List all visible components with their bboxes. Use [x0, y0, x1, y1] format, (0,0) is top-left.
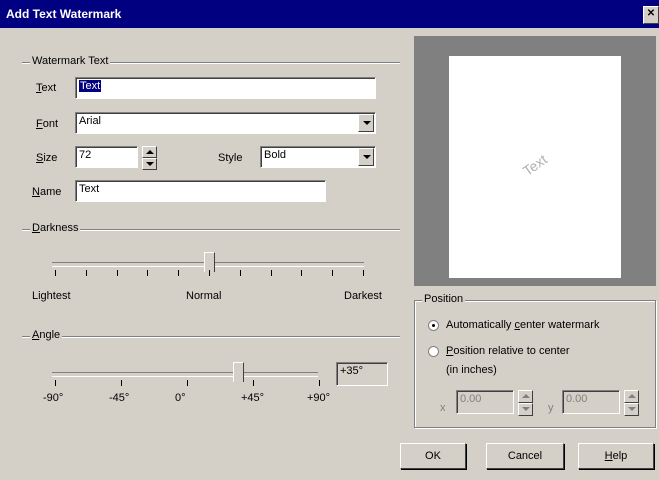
darkness-label: Darkness	[30, 222, 81, 234]
angle-tick-label: -90°	[43, 392, 64, 404]
x-label: x	[440, 402, 446, 414]
auto-center-radio[interactable]	[428, 320, 439, 331]
auto-center-label[interactable]: Automatically center watermark	[446, 319, 599, 331]
darkness-tick	[332, 270, 334, 276]
angle-tick-label: 0°	[175, 392, 186, 404]
angle-tick	[319, 380, 320, 386]
name-label: Name	[32, 186, 62, 198]
darkness-min-label: Lightest	[32, 290, 71, 302]
preview-page: Text	[449, 56, 621, 278]
add-text-watermark-dialog: Add Text Watermark ✕ Watermark Text Text…	[0, 0, 659, 480]
angle-slider-thumb[interactable]	[233, 362, 245, 382]
size-label: Size	[36, 152, 58, 164]
font-label: Font	[36, 118, 59, 130]
darkness-tick	[209, 270, 210, 276]
y-input[interactable]: 0.00	[562, 390, 620, 414]
text-input[interactable]: Text	[75, 77, 376, 99]
angle-tick-label: +90°	[307, 392, 331, 404]
position-group-label: Position	[422, 293, 466, 305]
size-down-icon[interactable]	[142, 158, 157, 170]
size-input[interactable]: 72	[75, 146, 138, 168]
help-button[interactable]: Help	[578, 443, 654, 469]
angle-slider-track[interactable]	[52, 372, 318, 377]
relative-position-label[interactable]: Position relative to center	[446, 345, 570, 357]
text-label: Text	[36, 82, 57, 94]
angle-tick-label: +45°	[241, 392, 265, 404]
style-label: Style	[218, 152, 243, 164]
name-input[interactable]: Text	[75, 180, 326, 202]
dialog-title: Add Text Watermark	[6, 7, 122, 21]
style-select[interactable]: Bold	[260, 146, 376, 168]
watermark-text-group-label: Watermark Text	[30, 55, 111, 67]
x-input[interactable]: 0.00	[456, 390, 514, 414]
close-icon[interactable]: ✕	[643, 6, 659, 24]
ok-button[interactable]: OK	[400, 443, 466, 469]
angle-label: Angle	[30, 329, 63, 341]
x-stepper[interactable]	[518, 390, 533, 416]
angle-tick	[253, 380, 254, 386]
size-up-icon[interactable]	[142, 146, 157, 158]
darkness-tick	[178, 270, 180, 276]
angle-separator	[22, 336, 400, 338]
x-up-icon[interactable]	[518, 390, 533, 403]
angle-tick	[187, 380, 188, 386]
y-stepper[interactable]	[624, 390, 639, 416]
darkness-tick	[270, 270, 272, 276]
darkness-slider-thumb[interactable]	[204, 252, 215, 272]
title-bar: Add Text Watermark ✕	[0, 0, 659, 28]
font-select[interactable]: Arial	[75, 112, 376, 134]
darkness-tick	[301, 270, 303, 276]
darkness-tick	[85, 270, 87, 276]
size-stepper[interactable]	[142, 146, 157, 170]
font-dropdown-icon[interactable]	[358, 114, 374, 132]
x-down-icon[interactable]	[518, 403, 533, 416]
darkness-tick	[239, 270, 241, 276]
angle-tick-label: -45°	[109, 392, 130, 404]
cancel-button[interactable]: Cancel	[486, 443, 564, 469]
darkness-tick	[363, 270, 364, 276]
relative-position-radio[interactable]	[428, 346, 439, 357]
relative-position-sublabel: (in inches)	[446, 364, 497, 376]
preview-watermark-text: Text	[519, 151, 550, 179]
darkness-tick	[116, 270, 118, 276]
angle-tick	[55, 380, 56, 386]
y-down-icon[interactable]	[624, 403, 639, 416]
darkness-tick	[147, 270, 149, 276]
style-dropdown-icon[interactable]	[358, 148, 374, 166]
y-label: y	[548, 402, 554, 414]
y-up-icon[interactable]	[624, 390, 639, 403]
darkness-max-label: Darkest	[344, 290, 382, 302]
preview-pane: Text	[414, 36, 656, 286]
darkness-tick	[55, 270, 56, 276]
darkness-mid-label: Normal	[186, 290, 222, 302]
angle-value-box: +35°	[336, 362, 388, 386]
angle-tick	[121, 380, 122, 386]
